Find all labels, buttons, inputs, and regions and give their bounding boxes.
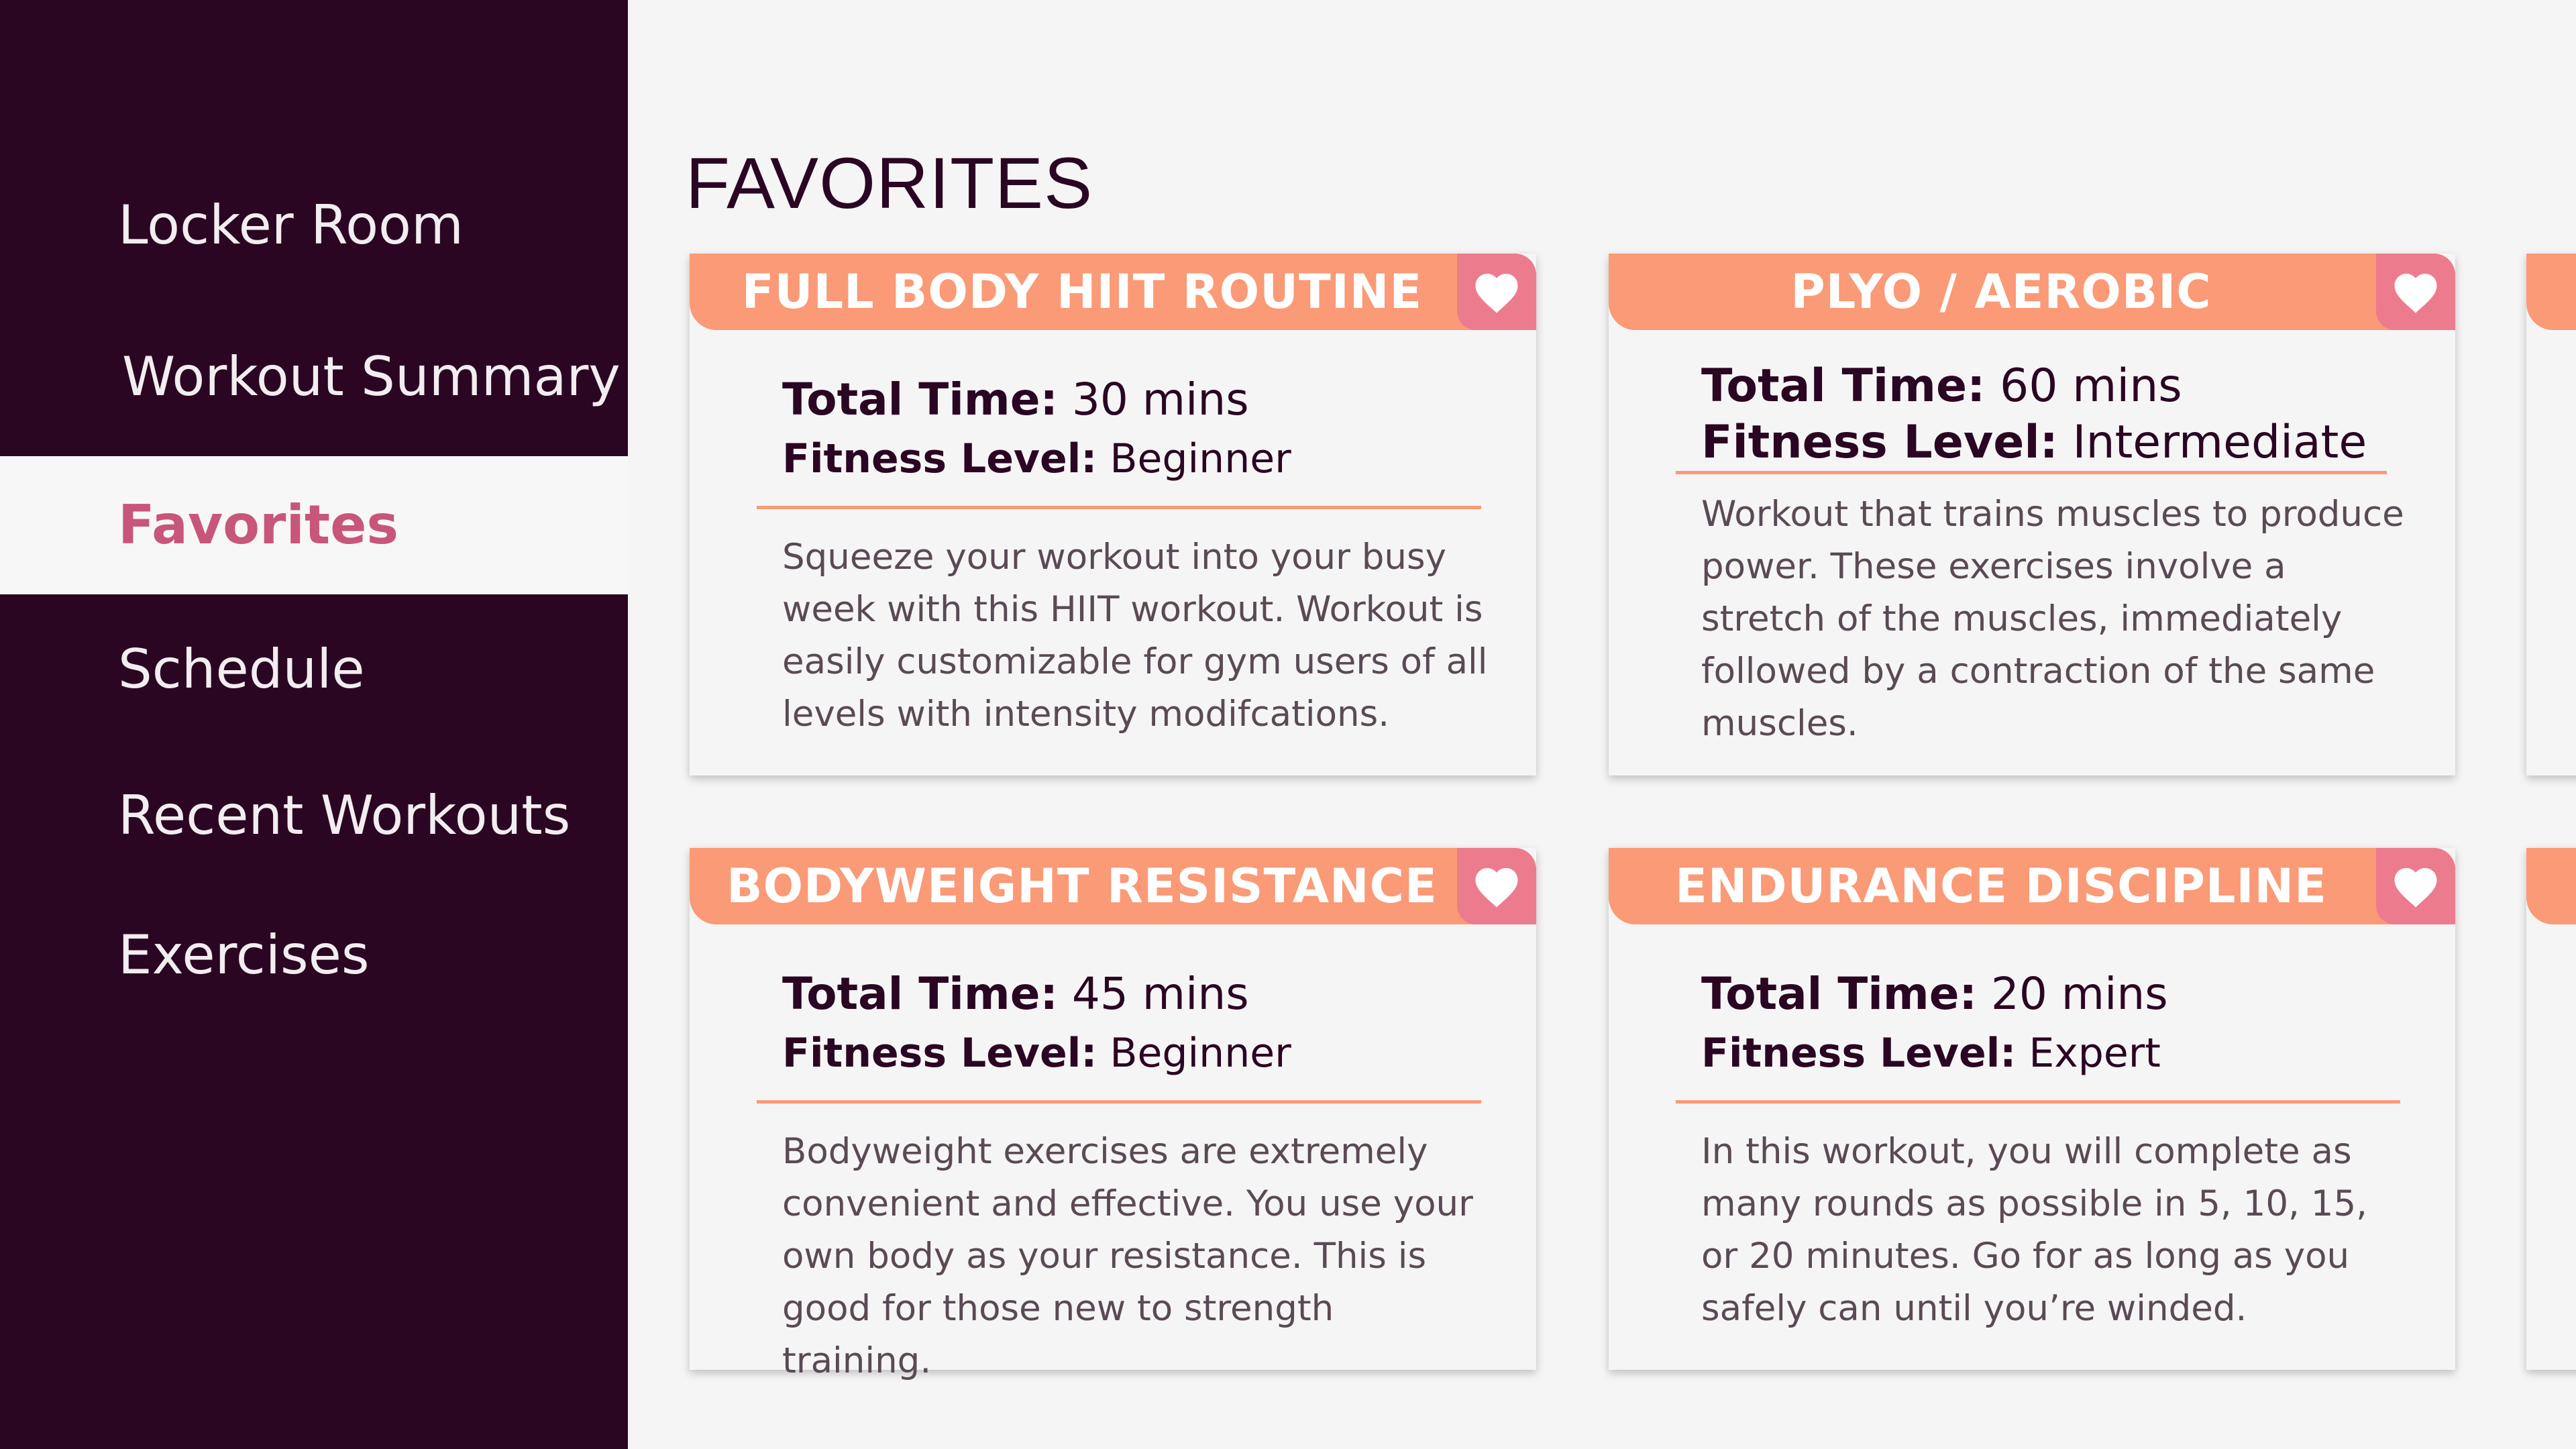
- fitness-level-label: Fitness Level:: [782, 435, 1097, 482]
- card-header: FULL BODY HIIT ROUTINE: [690, 254, 1536, 330]
- fitness-level-row: Fitness Level: Beginner: [782, 1024, 1291, 1083]
- heart-icon: [1475, 274, 1518, 313]
- favorite-button[interactable]: [2376, 848, 2455, 924]
- workout-card[interactable]: FULL BODY HIIT ROUTINE Total Time: 30 mi…: [690, 254, 1536, 775]
- total-time-label: Total Time:: [1701, 968, 1977, 1020]
- favorite-button[interactable]: [1457, 848, 1536, 924]
- card-meta: Total Time: 20 mins Fitness Level: Exper…: [1701, 965, 2168, 1083]
- card-title: BODYWEIGHT RESISTANCE: [727, 859, 1438, 914]
- sidebar-item-schedule[interactable]: Schedule: [0, 602, 628, 737]
- sidebar-item-label: Workout Summary: [122, 345, 621, 408]
- total-time-row: Total Time: 30 mins: [782, 370, 1291, 429]
- total-time-label: Total Time:: [782, 968, 1058, 1020]
- card-body: Total Time: 60 mins Fitness Level: Inter…: [1609, 330, 2455, 775]
- favorite-button[interactable]: [2376, 254, 2455, 330]
- card-body: Total Time: 30 mins Fitness Level: Begin…: [690, 330, 1536, 775]
- card-description: Workout that trains muscles to produce p…: [1701, 494, 2404, 744]
- sidebar-item-recent-workouts[interactable]: Recent Workouts: [0, 749, 628, 883]
- sidebar-item-label: Schedule: [118, 638, 365, 700]
- favorite-button[interactable]: [1457, 254, 1536, 330]
- card-divider: [1676, 1100, 2400, 1104]
- fitness-level-value: Expert: [2029, 1030, 2161, 1077]
- card-body: Total Time: 45 mins Fitness Level: Begin…: [690, 924, 1536, 1381]
- workout-card[interactable]: BODYWEIGHT RESISTANCE Total Time: 45 min…: [690, 848, 1536, 1381]
- total-time-row: Total Time: 20 mins: [1701, 965, 2168, 1024]
- fitness-level-row: Fitness Level: Expert: [1701, 1024, 2168, 1083]
- sidebar-item-label: Recent Workouts: [118, 784, 571, 847]
- total-time-value: 45 mins: [1071, 968, 1249, 1020]
- card-meta: Total Time: 30 mins Fitness Level: Begin…: [782, 370, 1291, 488]
- card-description: In this workout, you will complete as ma…: [1701, 1131, 2368, 1329]
- card-header: [2526, 254, 2576, 330]
- app: Locker Room Workout Summary Favorites Sc…: [0, 0, 2576, 1449]
- card-divider: [757, 506, 1481, 509]
- fitness-level-value: Beginner: [1110, 1030, 1291, 1077]
- fitness-level-row: Fitness Level: Intermediate: [1701, 415, 2367, 471]
- card-description: Squeeze your workout into your busy week…: [782, 537, 1488, 735]
- card-header: ENDURANCE DISCIPLINE: [1609, 848, 2455, 924]
- sidebar-item-exercises[interactable]: Exercises: [0, 888, 628, 1022]
- sidebar-item-label: Exercises: [118, 924, 370, 986]
- total-time-value: 60 mins: [1999, 360, 2182, 413]
- total-time-value: 30 mins: [1071, 374, 1249, 425]
- page-title: FAVORITES: [686, 142, 1093, 223]
- card-description: Bodyweight exercises are extremely conve…: [782, 1131, 1473, 1381]
- sidebar-item-label: Locker Room: [118, 194, 464, 256]
- fitness-level-label: Fitness Level:: [1701, 416, 2058, 469]
- fitness-level-label: Fitness Level:: [782, 1030, 1097, 1077]
- total-time-label: Total Time:: [1701, 360, 1986, 413]
- workout-card[interactable]: PLYO / AEROBIC Total Time: 60 mins Fitne…: [1609, 254, 2455, 775]
- card-header: PLYO / AEROBIC: [1609, 254, 2455, 330]
- total-time-row: Total Time: 45 mins: [782, 965, 1291, 1024]
- workout-card[interactable]: ENDURANCE DISCIPLINE Total Time: 20 mins…: [1609, 848, 2455, 1370]
- sidebar-item-workout-summary[interactable]: Workout Summary: [0, 310, 628, 444]
- total-time-label: Total Time:: [782, 374, 1058, 425]
- card-divider: [1676, 471, 2387, 474]
- sidebar-item-label: Favorites: [118, 494, 399, 556]
- fitness-level-row: Fitness Level: Beginner: [782, 429, 1291, 488]
- sidebar-item-locker-room[interactable]: Locker Room: [0, 158, 628, 292]
- heart-icon: [2394, 868, 2437, 908]
- card-meta: Total Time: 60 mins Fitness Level: Inter…: [1701, 358, 2367, 471]
- card-meta: Total Time: 45 mins Fitness Level: Begin…: [782, 965, 1291, 1083]
- heart-icon: [2394, 274, 2437, 313]
- fitness-level-value: Intermediate: [2072, 416, 2367, 469]
- sidebar-item-favorites[interactable]: Favorites: [0, 456, 628, 594]
- heart-icon: [1475, 868, 1518, 908]
- card-title: FULL BODY HIIT ROUTINE: [741, 264, 1423, 319]
- workout-card-partial[interactable]: [2526, 254, 2576, 775]
- card-title: PLYO / AEROBIC: [1790, 264, 2212, 319]
- workout-card-partial[interactable]: [2526, 848, 2576, 1370]
- card-body: Total Time: 20 mins Fitness Level: Exper…: [1609, 924, 2455, 1370]
- card-title: ENDURANCE DISCIPLINE: [1675, 859, 2327, 914]
- total-time-row: Total Time: 60 mins: [1701, 358, 2367, 415]
- total-time-value: 20 mins: [1990, 968, 2168, 1020]
- card-header: BODYWEIGHT RESISTANCE: [690, 848, 1536, 924]
- card-header: [2526, 848, 2576, 924]
- card-divider: [757, 1100, 1481, 1104]
- sidebar: Locker Room Workout Summary Favorites Sc…: [0, 0, 628, 1449]
- fitness-level-value: Beginner: [1110, 435, 1291, 482]
- fitness-level-label: Fitness Level:: [1701, 1030, 2017, 1077]
